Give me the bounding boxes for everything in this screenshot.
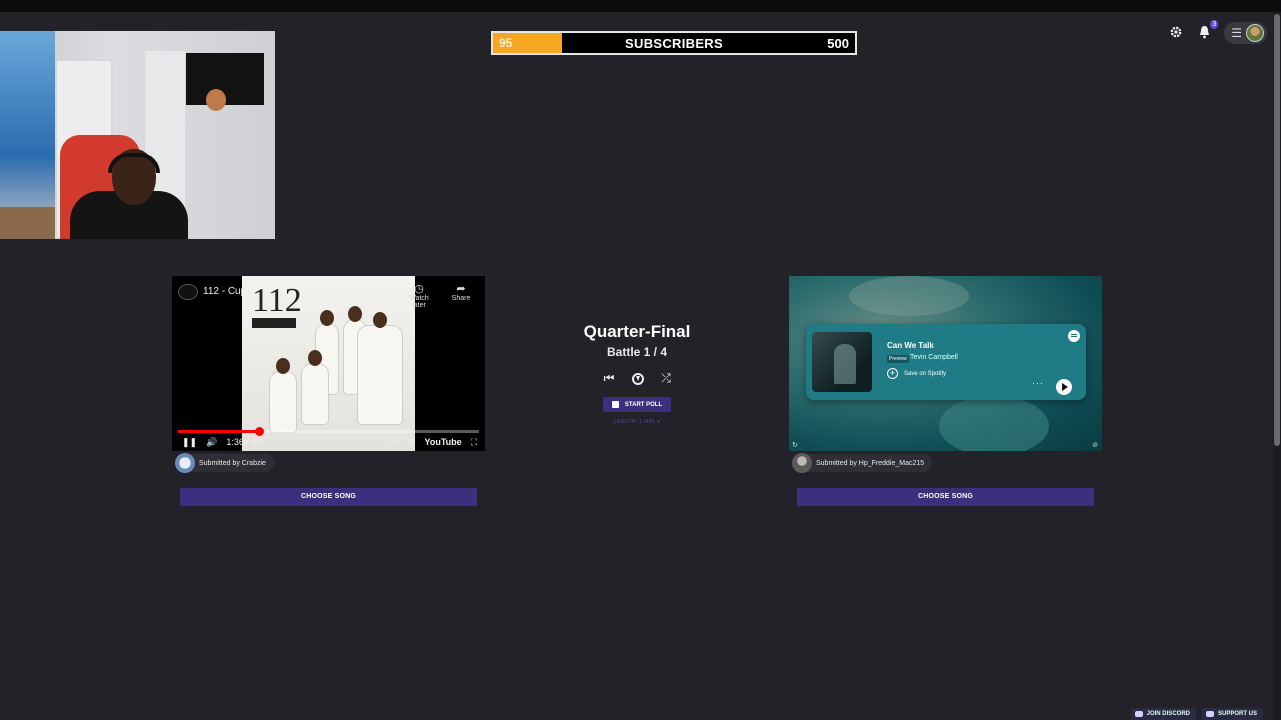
webcam-shelf <box>0 207 55 239</box>
volume-icon[interactable]: 🔊 <box>206 437 217 448</box>
video-progress-bar[interactable] <box>178 427 479 436</box>
footer-links: JOIN DISCORD SUPPORT US <box>1130 708 1263 720</box>
submitter-avatar <box>175 453 195 473</box>
background-blur <box>939 396 1049 451</box>
user-menu-button[interactable]: ☰ <box>1224 22 1267 44</box>
shuffle-icon[interactable]: ⤮ <box>657 369 675 387</box>
window-top-strip <box>0 0 1281 12</box>
discord-icon <box>1134 711 1143 717</box>
choose-song-right-button[interactable]: CHOOSE SONG <box>797 488 1094 506</box>
choose-song-left-button[interactable]: CHOOSE SONG <box>180 488 477 506</box>
album-figure <box>358 312 402 424</box>
battle-controls: ⏮ ⤮ <box>600 369 675 387</box>
album-art: 112 <box>242 276 415 451</box>
more-options-icon[interactable]: ··· <box>1032 378 1044 388</box>
join-discord-link[interactable]: JOIN DISCORD <box>1130 708 1196 720</box>
song-title[interactable]: Can We Talk <box>887 341 934 350</box>
submitter-tag-left: Submitted by Crabzie <box>175 453 274 473</box>
plus-icon: + <box>887 368 898 379</box>
subscriber-goal-bar: 95 SUBSCRIBERS 500 <box>491 31 857 55</box>
save-on-spotify-button[interactable]: + Save on Spotify <box>887 368 946 379</box>
user-avatar <box>1246 24 1264 42</box>
video-time: 1:36 / 4:1 <box>226 437 264 447</box>
channel-avatar[interactable] <box>178 284 198 300</box>
pause-icon[interactable]: ❚❚ <box>182 437 197 448</box>
start-poll-button[interactable]: START POLL <box>603 397 671 412</box>
support-us-link[interactable]: SUPPORT US <box>1201 708 1263 720</box>
bell-icon[interactable]: 3 <box>1196 20 1219 41</box>
share-icon: ➦ <box>456 283 466 295</box>
subscriber-goal-target: 500 <box>827 36 849 51</box>
hide-icon[interactable]: ⊘ <box>1092 441 1098 449</box>
hamburger-icon: ☰ <box>1231 26 1242 40</box>
webcam-poster-face <box>206 89 226 111</box>
watch-later-button[interactable]: ◷ Watch later <box>404 282 434 309</box>
submitter-avatar <box>792 453 812 473</box>
battle-counter: Battle 1 / 4 <box>606 345 668 359</box>
spotify-logo-icon[interactable] <box>1068 330 1080 342</box>
album-figure <box>270 358 296 432</box>
video-title[interactable]: 112 - Cupid <box>203 286 254 297</box>
support-icon <box>1205 711 1214 717</box>
notification-count-badge: 3 <box>1210 20 1219 29</box>
background-blur <box>849 276 969 316</box>
album-figure <box>302 350 328 424</box>
video-controls: ❚❚ 🔊 1:36 / 4:1 ▭ ⚙ YouTube ⛶ <box>182 435 477 449</box>
play-icon[interactable] <box>1056 379 1072 395</box>
share-button[interactable]: ➦ Share <box>446 282 476 302</box>
poll-icon <box>611 401 619 408</box>
download-icon[interactable] <box>629 369 647 387</box>
submitter-tag-right: Submitted by Hp_Freddie_Mac215 <box>792 453 933 473</box>
youtube-logo[interactable]: YouTube <box>425 437 462 447</box>
gear-icon[interactable] <box>1168 25 1184 41</box>
submitter-text: Submitted by Hp_Freddie_Mac215 <box>816 459 925 467</box>
song-cover-art <box>812 332 872 392</box>
refresh-icon[interactable]: ↻ <box>792 441 798 449</box>
clock-icon: ◷ <box>414 283 424 295</box>
youtube-player[interactable]: 112 112 - Cupid ◷ Watch later ➦ Share ❚❚ 🔊… <box>172 276 485 451</box>
settings-icon[interactable]: ⚙ <box>407 437 415 448</box>
spotify-player: Can We Talk Preview Tevin Campbell + Sav… <box>789 276 1102 451</box>
top-right-controls: 3 ☰ <box>1168 20 1267 44</box>
skip-back-icon[interactable]: ⏮ <box>600 369 618 387</box>
fullscreen-icon[interactable]: ⛶ <box>471 437 477 448</box>
round-title: Quarter-Final <box>583 322 691 341</box>
preview-badge: Preview <box>887 355 909 363</box>
artist-name[interactable]: Tevin Campbell <box>910 354 958 361</box>
submitter-text: Submitted by Crabzie <box>199 459 266 467</box>
spotify-embed[interactable]: Can We Talk Preview Tevin Campbell + Sav… <box>806 324 1086 400</box>
webcam-overlay <box>0 31 275 239</box>
poll-length-select[interactable]: LENGTH: 1 MIN. ▾ <box>587 419 687 425</box>
video-progress-played <box>178 430 260 433</box>
album-art-subtext <box>252 318 296 328</box>
scrollbar-thumb[interactable] <box>1274 14 1280 446</box>
start-poll-label: START POLL <box>624 401 663 408</box>
captions-icon[interactable]: ▭ <box>390 437 399 448</box>
subscriber-goal-label: SUBSCRIBERS <box>625 36 723 51</box>
album-art-text: 112 <box>252 282 302 319</box>
